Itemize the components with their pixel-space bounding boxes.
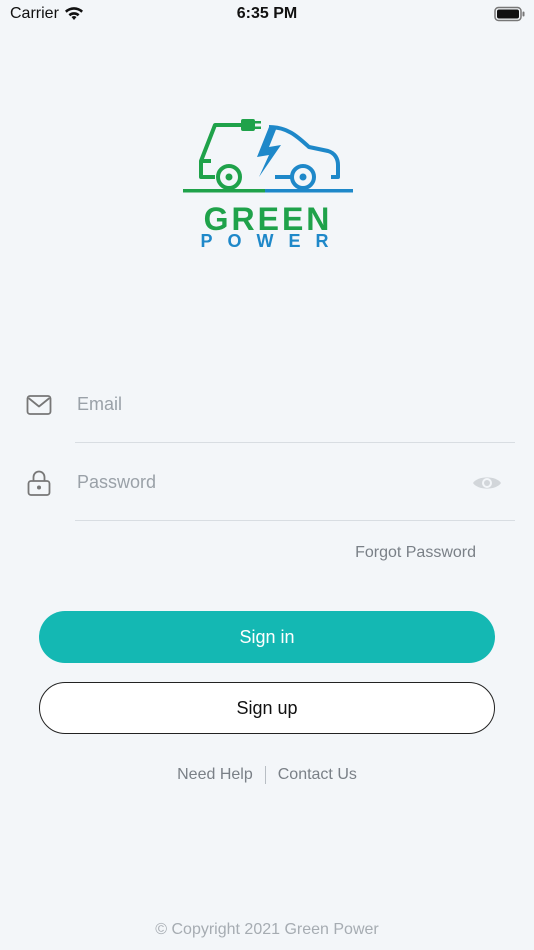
- sign-in-button[interactable]: Sign in: [39, 611, 495, 663]
- email-underline: [75, 442, 515, 443]
- copyright-text: © Copyright 2021 Green Power: [155, 921, 379, 938]
- eye-icon[interactable]: [472, 474, 502, 492]
- contact-us-link[interactable]: Contact Us: [278, 766, 357, 783]
- envelope-icon: [26, 395, 52, 415]
- battery-icon: [494, 6, 525, 22]
- email-input[interactable]: [77, 394, 457, 415]
- email-field-row: [0, 370, 534, 448]
- link-divider: [264, 766, 266, 784]
- help-links: Need Help Contact Us: [0, 766, 534, 784]
- electric-car-logo-icon: [183, 119, 353, 193]
- forgot-password-link[interactable]: Forgot Password: [355, 544, 476, 562]
- clock: 6:35 PM: [236, 5, 298, 22]
- logo-text-power: POWER: [200, 231, 344, 251]
- lock-icon: [27, 470, 51, 496]
- need-help-link[interactable]: Need Help: [177, 766, 253, 783]
- status-bar: Carrier 6:35 PM: [0, 0, 534, 30]
- password-field-row: [0, 448, 534, 526]
- app-logo: GREEN POWER: [183, 115, 353, 255]
- password-underline: [75, 520, 515, 521]
- sign-up-button[interactable]: Sign up: [39, 682, 495, 734]
- password-input[interactable]: [77, 472, 457, 493]
